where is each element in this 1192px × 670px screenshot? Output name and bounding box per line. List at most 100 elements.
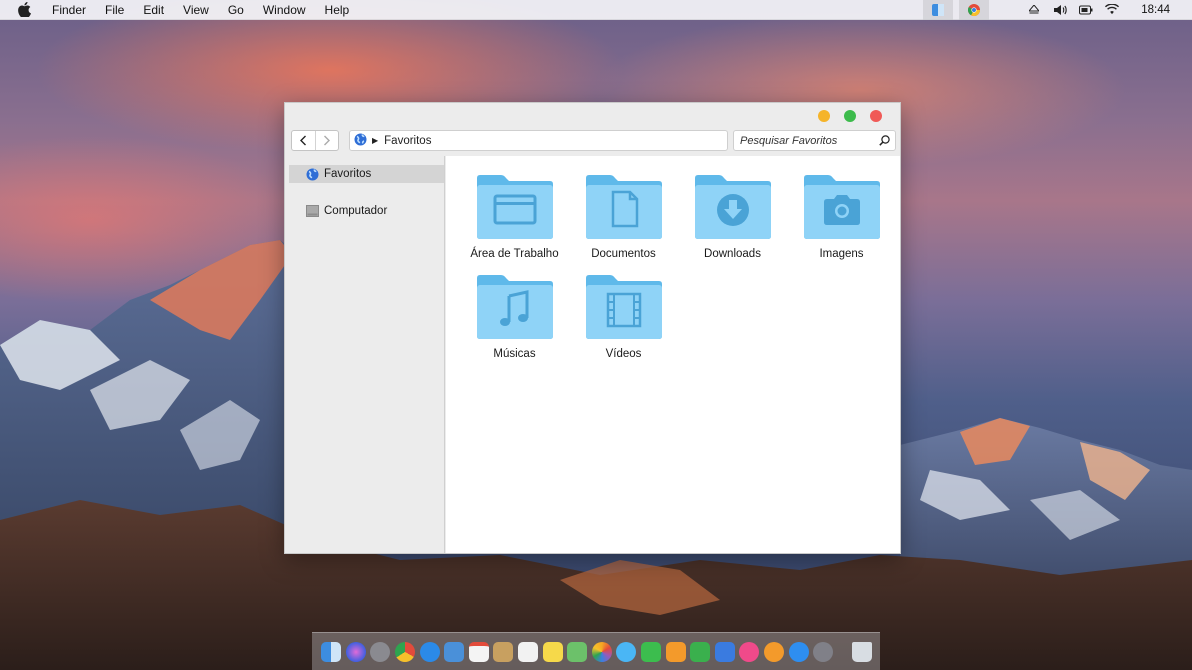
dock-item[interactable]	[689, 639, 712, 665]
numbers-icon	[690, 641, 711, 662]
dock-item[interactable]	[541, 639, 564, 665]
dock	[312, 632, 880, 670]
siri-icon	[345, 641, 366, 662]
notes-icon	[542, 641, 563, 662]
dock-item[interactable]	[468, 639, 491, 665]
chrome-icon	[395, 641, 416, 662]
app-store-icon	[788, 641, 809, 662]
path-separator-icon: ▶	[372, 136, 379, 145]
menu-window[interactable]: Window	[263, 0, 306, 20]
menu-view[interactable]: View	[183, 0, 209, 20]
window-controls	[818, 110, 882, 122]
close-button[interactable]	[870, 110, 882, 122]
menu-clock[interactable]: 18:44	[1141, 4, 1170, 16]
reminders-icon	[518, 641, 539, 662]
sidebar-item-label: Computador	[324, 205, 388, 217]
dock-item[interactable]	[369, 639, 392, 665]
dock-item[interactable]	[566, 639, 589, 665]
menu-file[interactable]: File	[105, 0, 124, 20]
tray-chrome-icon[interactable]	[959, 0, 990, 20]
keynote-icon	[714, 641, 735, 662]
search-box[interactable]	[733, 130, 896, 151]
system-preferences-icon	[813, 641, 834, 662]
folder-label: Imagens	[819, 248, 864, 260]
folder-item-documentos[interactable]: Documentos	[569, 174, 678, 260]
dock-item[interactable]	[812, 639, 835, 665]
sidebar: Favoritos Computador	[285, 156, 445, 553]
globe-icon	[354, 133, 367, 149]
forward-button[interactable]	[314, 131, 339, 150]
movies-folder-icon	[585, 275, 662, 339]
menu-bar: Finder File Edit View Go Window Help 18:…	[0, 0, 1192, 20]
maximize-button[interactable]	[844, 110, 856, 122]
sidebar-item-label: Favoritos	[324, 168, 372, 180]
status-tray: 18:44	[1027, 3, 1170, 17]
menu-go[interactable]: Go	[228, 0, 244, 20]
search-input[interactable]	[740, 134, 876, 147]
dock-item[interactable]	[443, 639, 466, 665]
folder-label: Documentos	[591, 248, 656, 260]
dock-item[interactable]	[615, 639, 638, 665]
dock-item[interactable]	[517, 639, 540, 665]
folder-label: Vídeos	[605, 348, 642, 360]
pictures-folder-icon	[803, 175, 880, 239]
search-icon[interactable]	[879, 135, 890, 149]
finder-window: ▶ Favoritos Favoritos Computador	[284, 102, 901, 554]
dock-item[interactable]	[320, 639, 343, 665]
tray-finder-icon[interactable]	[923, 0, 954, 20]
folder-item-downloads[interactable]: Downloads	[678, 174, 787, 260]
dock-item[interactable]	[850, 639, 873, 665]
folder-label: Downloads	[704, 248, 761, 260]
drive-icon	[305, 204, 319, 218]
nav-buttons	[291, 130, 339, 151]
folder-label: Área de Trabalho	[470, 248, 559, 260]
eject-icon[interactable]	[1027, 3, 1041, 17]
dock-item[interactable]	[591, 639, 614, 665]
safari-icon	[419, 641, 440, 662]
documents-folder-icon	[585, 175, 662, 239]
window-toolbar: ▶ Favoritos	[285, 130, 900, 152]
desktop-folder-icon	[476, 175, 553, 239]
window-titlebar[interactable]	[285, 103, 900, 129]
dock-item[interactable]	[640, 639, 663, 665]
dock-item[interactable]	[345, 639, 368, 665]
folder-grid: Área de Trabalho Documentos Downloads Im…	[460, 174, 896, 360]
dock-item[interactable]	[492, 639, 515, 665]
folder-item-area-de-trabalho[interactable]: Área de Trabalho	[460, 174, 569, 260]
back-button[interactable]	[292, 131, 315, 150]
maps-icon	[567, 641, 588, 662]
folder-item-musicas[interactable]: Músicas	[460, 274, 569, 360]
dock-item[interactable]	[787, 639, 810, 665]
music-folder-icon	[476, 275, 553, 339]
calendar-icon	[468, 641, 489, 662]
dock-item[interactable]	[763, 639, 786, 665]
menu-app-name[interactable]: Finder	[52, 0, 86, 20]
dock-item[interactable]	[394, 639, 417, 665]
wifi-icon[interactable]	[1105, 3, 1120, 17]
folder-item-imagens[interactable]: Imagens	[787, 174, 896, 260]
dock-item[interactable]	[664, 639, 687, 665]
volume-icon[interactable]	[1053, 3, 1067, 17]
minimize-button[interactable]	[818, 110, 830, 122]
itunes-icon	[739, 641, 760, 662]
sidebar-item-favoritos[interactable]: Favoritos	[289, 165, 444, 183]
menu-help[interactable]: Help	[325, 0, 350, 20]
dock-item[interactable]	[714, 639, 737, 665]
dock-item[interactable]	[738, 639, 761, 665]
ibooks-icon	[763, 641, 784, 662]
folder-item-videos[interactable]: Vídeos	[569, 274, 678, 360]
dock-item[interactable]	[418, 639, 441, 665]
folder-label: Músicas	[493, 348, 536, 360]
apple-menu-icon[interactable]	[14, 0, 34, 20]
menu-edit[interactable]: Edit	[143, 0, 164, 20]
file-browser-content[interactable]: Área de Trabalho Documentos Downloads Im…	[446, 156, 900, 553]
pages-icon	[665, 641, 686, 662]
facetime-icon	[641, 641, 662, 662]
battery-icon[interactable]	[1079, 3, 1093, 17]
finder-icon	[321, 641, 342, 662]
chevron-right-icon	[323, 135, 330, 146]
path-bar[interactable]: ▶ Favoritos	[349, 130, 728, 151]
path-label[interactable]: Favoritos	[384, 135, 431, 147]
trash-icon	[851, 641, 872, 662]
sidebar-item-computador[interactable]: Computador	[285, 202, 444, 220]
